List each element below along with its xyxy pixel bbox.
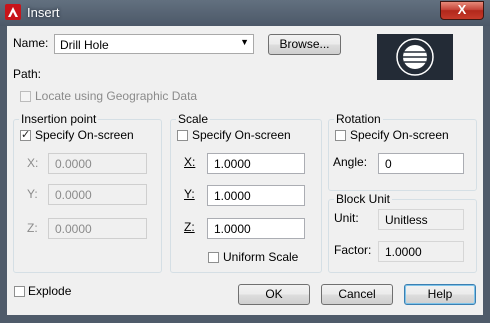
scale-x-field[interactable]: 1.0000: [207, 153, 305, 174]
scale-y-field[interactable]: 1.0000: [207, 185, 305, 206]
insertion-y-field[interactable]: 0.0000: [48, 184, 147, 205]
uniform-scale-label: Uniform Scale: [223, 250, 299, 264]
drill-hole-preview-icon: [396, 38, 434, 76]
scale-z-field[interactable]: 1.0000: [207, 218, 305, 239]
ok-button[interactable]: OK: [238, 284, 310, 305]
rotation-specify-checkbox[interactable]: [335, 130, 346, 141]
checkmark-icon: ✓: [21, 129, 31, 141]
path-label: Path:: [13, 67, 42, 81]
scale-y-label: Y:: [184, 187, 195, 201]
factor-label: Factor:: [334, 243, 372, 257]
scale-title: Scale: [176, 112, 211, 126]
close-button[interactable]: X: [440, 1, 484, 20]
close-icon: X: [457, 2, 467, 17]
explode-checkbox[interactable]: [14, 286, 25, 297]
chevron-down-icon[interactable]: ▼: [240, 37, 249, 47]
block-preview: [377, 34, 453, 80]
geographic-data-checkbox[interactable]: [20, 91, 31, 102]
scale-specify-label: Specify On-screen: [192, 128, 291, 142]
cancel-button[interactable]: Cancel: [321, 284, 393, 305]
insertion-z-field[interactable]: 0.0000: [48, 218, 147, 239]
unit-label: Unit:: [334, 211, 359, 225]
insert-dialog: Insert X Name: Drill Hole ▼ Browse... Pa…: [0, 0, 490, 323]
insertion-specify-label: Specify On-screen: [35, 128, 134, 142]
insertion-x-label: X:: [27, 156, 39, 170]
angle-field[interactable]: 0: [378, 153, 464, 174]
name-value: Drill Hole: [60, 38, 109, 52]
unit-value-box: Unitless: [378, 209, 464, 230]
insertion-x-field[interactable]: 0.0000: [48, 153, 147, 174]
help-button[interactable]: Help: [404, 284, 476, 305]
uniform-scale-checkbox[interactable]: [208, 252, 219, 263]
name-label: Name:: [13, 36, 49, 50]
title-bar[interactable]: Insert X: [0, 0, 490, 26]
rotation-title: Rotation: [334, 112, 383, 126]
insertion-specify-checkbox[interactable]: ✓: [20, 129, 31, 141]
scale-z-label: Z:: [184, 220, 195, 234]
angle-label: Angle:: [333, 155, 368, 169]
factor-value-box: 1.0000: [378, 241, 464, 262]
browse-button[interactable]: Browse...: [268, 34, 341, 55]
dialog-body: Name: Drill Hole ▼ Browse... Path: Locat…: [7, 26, 483, 315]
insertion-point-title: Insertion point: [19, 112, 99, 126]
name-combobox[interactable]: Drill Hole ▼: [54, 34, 254, 54]
rotation-specify-label: Specify On-screen: [350, 128, 449, 142]
insertion-z-label: Z:: [27, 221, 38, 235]
scale-specify-checkbox[interactable]: [177, 130, 188, 141]
scale-x-label: X:: [184, 155, 196, 169]
insertion-y-label: Y:: [27, 187, 38, 201]
explode-label: Explode: [28, 284, 72, 298]
window-title: Insert: [27, 5, 60, 20]
block-unit-title: Block Unit: [334, 192, 393, 206]
autocad-logo-icon: [5, 4, 21, 20]
geographic-data-label: Locate using Geographic Data: [35, 89, 198, 103]
